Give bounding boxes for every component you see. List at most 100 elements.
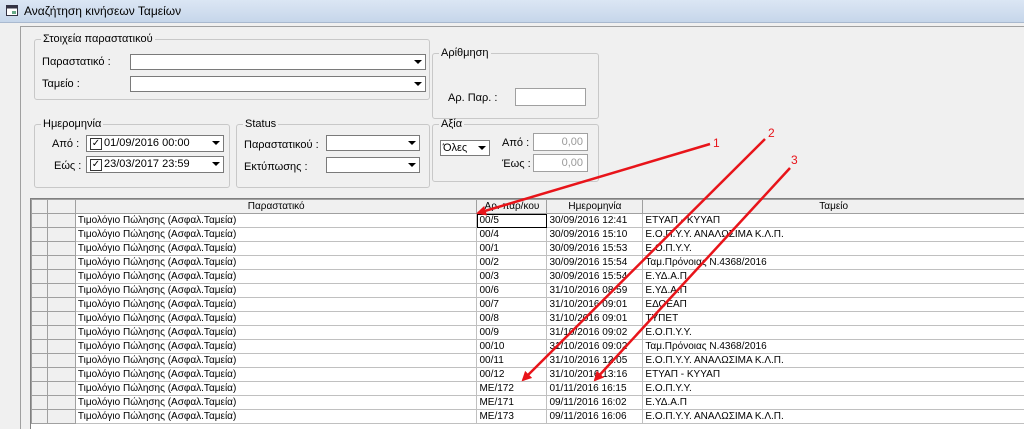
status-doc-select[interactable]	[326, 135, 420, 151]
numbering-input[interactable]	[515, 88, 586, 106]
cell-arithmos[interactable]: 00/6	[477, 284, 547, 298]
cell-parastatiko[interactable]: Τιμολόγιο Πώλησης (Ασφαλ.Ταμεία)	[75, 326, 477, 340]
row-indicator-cell[interactable]	[32, 284, 48, 298]
cell-arithmos[interactable]: 00/1	[477, 242, 547, 256]
cell-arithmos[interactable]: 00/10	[477, 340, 547, 354]
cell-parastatiko[interactable]: Τιμολόγιο Πώλησης (Ασφαλ.Ταμεία)	[75, 270, 477, 284]
cell-date[interactable]: 09/11/2016 16:02	[547, 396, 643, 410]
table-row[interactable]: Τιμολόγιο Πώλησης (Ασφαλ.Ταμεία)00/530/0…	[32, 214, 1024, 228]
cell-date[interactable]: 09/11/2016 16:06	[547, 410, 643, 424]
cell-tameio[interactable]: Ε.Ο.Π.Υ.Υ. ΑΝΑΛΩΣΙΜΑ Κ.Λ.Π.	[643, 354, 1024, 368]
cell-date[interactable]: 30/09/2016 15:10	[547, 228, 643, 242]
cell-date[interactable]: 01/11/2016 16:15	[547, 382, 643, 396]
row-select-cell[interactable]	[47, 228, 75, 242]
table-row[interactable]: Τιμολόγιο Πώλησης (Ασφαλ.Ταμεία)00/230/0…	[32, 256, 1024, 270]
cell-arithmos[interactable]: ΜΕ/173	[477, 410, 547, 424]
row-select-cell[interactable]	[47, 256, 75, 270]
cell-parastatiko[interactable]: Τιμολόγιο Πώλησης (Ασφαλ.Ταμεία)	[75, 228, 477, 242]
cell-date[interactable]: 30/09/2016 12:41	[547, 214, 643, 228]
table-row[interactable]: Τιμολόγιο Πώλησης (Ασφαλ.Ταμεία)ΜΕ/17109…	[32, 396, 1024, 410]
date-to-checkbox[interactable]: ✓	[90, 159, 102, 171]
cell-parastatiko[interactable]: Τιμολόγιο Πώλησης (Ασφαλ.Ταμεία)	[75, 256, 477, 270]
cell-tameio[interactable]: ΕΔΟΕΑΠ	[643, 298, 1024, 312]
cell-tameio[interactable]: Ε.ΥΔ.Α.Π	[643, 396, 1024, 410]
date-to-picker[interactable]: ✓ 23/03/2017 23:59	[86, 156, 224, 173]
cell-tameio[interactable]: Ε.ΥΔ.Α.Π	[643, 270, 1024, 284]
row-indicator-cell[interactable]	[32, 396, 48, 410]
row-select-cell[interactable]	[47, 242, 75, 256]
cell-tameio[interactable]: ΕΤΥΑΠ - ΚΥΥΑΠ	[643, 214, 1024, 228]
cell-date[interactable]: 30/09/2016 15:53	[547, 242, 643, 256]
grid-header-tameio[interactable]: Ταμείο	[643, 200, 1024, 214]
cell-parastatiko[interactable]: Τιμολόγιο Πώλησης (Ασφαλ.Ταμεία)	[75, 284, 477, 298]
cell-tameio[interactable]: ΕΤΥΑΠ - ΚΥΥΑΠ	[643, 368, 1024, 382]
cell-tameio[interactable]: Ε.Ο.Π.Υ.Υ.	[643, 326, 1024, 340]
row-select-cell[interactable]	[47, 284, 75, 298]
cell-arithmos[interactable]: ΜΕ/171	[477, 396, 547, 410]
cell-date[interactable]: 31/10/2016 09:01	[547, 298, 643, 312]
table-row[interactable]: Τιμολόγιο Πώλησης (Ασφαλ.Ταμεία)00/1131/…	[32, 354, 1024, 368]
cell-tameio[interactable]: Ε.Ο.Π.Υ.Υ.	[643, 242, 1024, 256]
cell-date[interactable]: 31/10/2016 09:02	[547, 326, 643, 340]
cell-date[interactable]: 30/09/2016 15:54	[547, 270, 643, 284]
row-select-cell[interactable]	[47, 382, 75, 396]
grid-header-date[interactable]: Ημερομηνία	[547, 200, 643, 214]
cell-tameio[interactable]: Ταμ.Πρόνοιας Ν.4368/2016	[643, 256, 1024, 270]
table-row[interactable]: Τιμολόγιο Πώλησης (Ασφαλ.Ταμεία)ΜΕ/17309…	[32, 410, 1024, 424]
parastatiko-select[interactable]	[130, 54, 426, 70]
grid-header-parastatiko[interactable]: Παραστατικό	[75, 200, 477, 214]
row-indicator-cell[interactable]	[32, 298, 48, 312]
cell-parastatiko[interactable]: Τιμολόγιο Πώλησης (Ασφαλ.Ταμεία)	[75, 382, 477, 396]
table-row[interactable]: Τιμολόγιο Πώλησης (Ασφαλ.Ταμεία)00/1231/…	[32, 368, 1024, 382]
cell-date[interactable]: 31/10/2016 08:59	[547, 284, 643, 298]
chevron-down-icon[interactable]	[410, 77, 425, 91]
cell-tameio[interactable]: Ταμ.Πρόνοιας Ν.4368/2016	[643, 340, 1024, 354]
chevron-down-icon[interactable]	[404, 158, 419, 172]
row-select-cell[interactable]	[47, 368, 75, 382]
status-print-select[interactable]	[326, 157, 420, 173]
table-row[interactable]: Τιμολόγιο Πώλησης (Ασφαλ.Ταμεία)00/831/1…	[32, 312, 1024, 326]
table-row[interactable]: Τιμολόγιο Πώλησης (Ασφαλ.Ταμεία)ΜΕ/17201…	[32, 382, 1024, 396]
row-select-cell[interactable]	[47, 326, 75, 340]
row-select-cell[interactable]	[47, 298, 75, 312]
tameio-select[interactable]	[130, 76, 426, 92]
row-indicator-cell[interactable]	[32, 340, 48, 354]
grid-header-arithmos[interactable]: Αρ. παρ/κου	[477, 200, 547, 214]
cell-tameio[interactable]: Ε.Ο.Π.Υ.Υ. ΑΝΑΛΩΣΙΜΑ Κ.Λ.Π.	[643, 228, 1024, 242]
cell-arithmos[interactable]: 00/2	[477, 256, 547, 270]
cell-parastatiko[interactable]: Τιμολόγιο Πώλησης (Ασφαλ.Ταμεία)	[75, 298, 477, 312]
table-row[interactable]: Τιμολόγιο Πώλησης (Ασφαλ.Ταμεία)00/631/1…	[32, 284, 1024, 298]
date-from-checkbox[interactable]: ✓	[90, 138, 102, 150]
row-indicator-cell[interactable]	[32, 354, 48, 368]
cell-tameio[interactable]: ΤΥΠΕΤ	[643, 312, 1024, 326]
row-indicator-cell[interactable]	[32, 326, 48, 340]
cell-date[interactable]: 31/10/2016 13:16	[547, 368, 643, 382]
cell-arithmos[interactable]: ΜΕ/172	[477, 382, 547, 396]
cell-arithmos[interactable]: 00/12	[477, 368, 547, 382]
row-indicator-cell[interactable]	[32, 242, 48, 256]
cell-parastatiko[interactable]: Τιμολόγιο Πώλησης (Ασφαλ.Ταμεία)	[75, 396, 477, 410]
cell-date[interactable]: 30/09/2016 15:54	[547, 256, 643, 270]
cell-date[interactable]: 31/10/2016 09:01	[547, 312, 643, 326]
row-indicator-cell[interactable]	[32, 228, 48, 242]
row-indicator-cell[interactable]	[32, 382, 48, 396]
table-row[interactable]: Τιμολόγιο Πώλησης (Ασφαλ.Ταμεία)00/931/1…	[32, 326, 1024, 340]
row-indicator-cell[interactable]	[32, 368, 48, 382]
table-row[interactable]: Τιμολόγιο Πώλησης (Ασφαλ.Ταμεία)00/1031/…	[32, 340, 1024, 354]
cell-arithmos[interactable]: 00/4	[477, 228, 547, 242]
value-to-input[interactable]: 0,00	[533, 154, 588, 172]
row-indicator-cell[interactable]	[32, 214, 48, 228]
cell-date[interactable]: 31/10/2016 09:02	[547, 340, 643, 354]
cell-arithmos[interactable]: 00/5	[477, 214, 547, 228]
value-from-input[interactable]: 0,00	[533, 133, 588, 151]
cell-arithmos[interactable]: 00/7	[477, 298, 547, 312]
cell-arithmos[interactable]: 00/11	[477, 354, 547, 368]
row-select-cell[interactable]	[47, 270, 75, 284]
table-row[interactable]: Τιμολόγιο Πώλησης (Ασφαλ.Ταμεία)00/330/0…	[32, 270, 1024, 284]
row-indicator-cell[interactable]	[32, 256, 48, 270]
row-select-cell[interactable]	[47, 410, 75, 424]
cell-parastatiko[interactable]: Τιμολόγιο Πώλησης (Ασφαλ.Ταμεία)	[75, 354, 477, 368]
chevron-down-icon[interactable]	[410, 55, 425, 69]
row-indicator-cell[interactable]	[32, 270, 48, 284]
cell-tameio[interactable]: Ε.ΥΔ.Α.Π	[643, 284, 1024, 298]
